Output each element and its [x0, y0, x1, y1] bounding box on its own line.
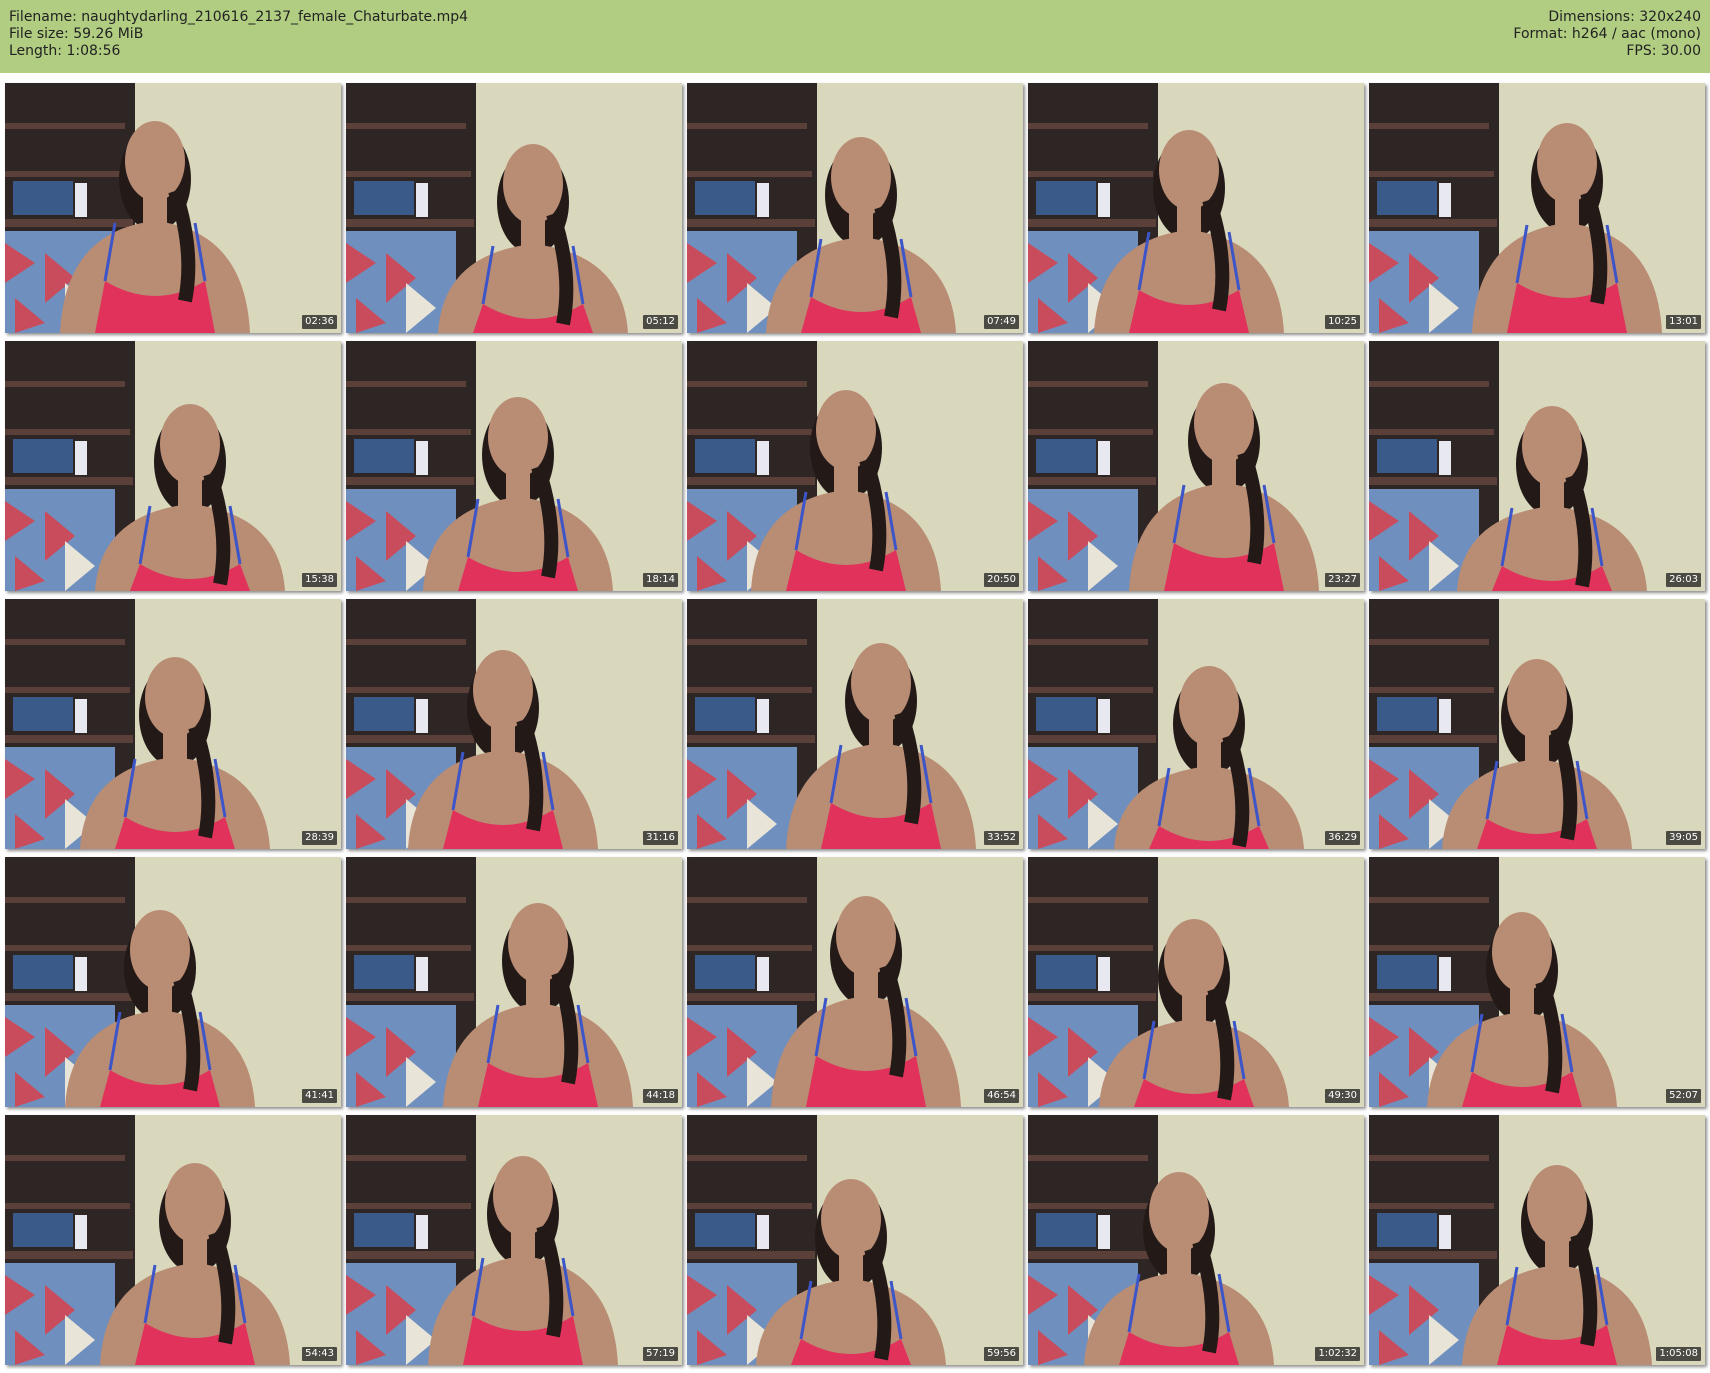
- video-thumbnail[interactable]: 52:07: [1369, 857, 1705, 1107]
- timestamp-label: 13:01: [1666, 315, 1701, 329]
- video-thumbnail[interactable]: 10:25: [1028, 83, 1364, 333]
- frame-image: [1028, 341, 1364, 591]
- video-thumbnail[interactable]: 23:27: [1028, 341, 1364, 591]
- frame-image: [346, 599, 682, 849]
- timestamp-label: 18:14: [643, 573, 678, 587]
- video-thumbnail[interactable]: 57:19: [346, 1115, 682, 1365]
- frame-image: [346, 83, 682, 333]
- timestamp-label: 54:43: [302, 1347, 337, 1361]
- video-thumbnail[interactable]: 44:18: [346, 857, 682, 1107]
- video-thumbnail[interactable]: 49:30: [1028, 857, 1364, 1107]
- timestamp-label: 26:03: [1666, 573, 1701, 587]
- video-thumbnail[interactable]: 36:29: [1028, 599, 1364, 849]
- timestamp-label: 07:49: [984, 315, 1019, 329]
- frame-image: [687, 1115, 1023, 1365]
- frame-image: [687, 341, 1023, 591]
- timestamp-label: 39:05: [1666, 831, 1701, 845]
- timestamp-label: 23:27: [1325, 573, 1360, 587]
- frame-image: [687, 857, 1023, 1107]
- frame-image: [1028, 1115, 1364, 1365]
- video-thumbnail[interactable]: 1:02:32: [1028, 1115, 1364, 1365]
- timestamp-label: 59:56: [984, 1347, 1019, 1361]
- frame-image: [5, 341, 341, 591]
- video-thumbnail[interactable]: 20:50: [687, 341, 1023, 591]
- frame-image: [687, 599, 1023, 849]
- length-text: Length: 1:08:56: [9, 43, 121, 59]
- video-thumbnail[interactable]: 39:05: [1369, 599, 1705, 849]
- frame-image: [687, 83, 1023, 333]
- dimensions-text: Dimensions: 320x240: [1548, 9, 1701, 25]
- info-header: Filename: naughtydarling_210616_2137_fem…: [0, 0, 1710, 73]
- format-text: Format: h264 / aac (mono): [1513, 26, 1701, 42]
- video-thumbnail[interactable]: 07:49: [687, 83, 1023, 333]
- video-thumbnail[interactable]: 59:56: [687, 1115, 1023, 1365]
- file-size-text: File size: 59.26 MiB: [9, 26, 144, 42]
- timestamp-label: 05:12: [643, 315, 678, 329]
- frame-image: [1369, 341, 1705, 591]
- video-thumbnail[interactable]: 13:01: [1369, 83, 1705, 333]
- fps-text: FPS: 30.00: [1626, 43, 1701, 59]
- timestamp-label: 44:18: [643, 1089, 678, 1103]
- timestamp-label: 10:25: [1325, 315, 1360, 329]
- video-thumbnail[interactable]: 02:36: [5, 83, 341, 333]
- timestamp-label: 36:29: [1325, 831, 1360, 845]
- frame-image: [1028, 857, 1364, 1107]
- video-thumbnail[interactable]: 54:43: [5, 1115, 341, 1365]
- timestamp-label: 20:50: [984, 573, 1019, 587]
- frame-image: [1369, 857, 1705, 1107]
- frame-image: [1369, 1115, 1705, 1365]
- timestamp-label: 33:52: [984, 831, 1019, 845]
- frame-image: [1028, 599, 1364, 849]
- video-thumbnail[interactable]: 31:16: [346, 599, 682, 849]
- frame-image: [346, 857, 682, 1107]
- timestamp-label: 02:36: [302, 315, 337, 329]
- video-thumbnail[interactable]: 46:54: [687, 857, 1023, 1107]
- video-thumbnail[interactable]: 41:41: [5, 857, 341, 1107]
- timestamp-label: 57:19: [643, 1347, 678, 1361]
- timestamp-label: 49:30: [1325, 1089, 1360, 1103]
- frame-image: [1028, 83, 1364, 333]
- timestamp-label: 52:07: [1666, 1089, 1701, 1103]
- frame-image: [5, 83, 341, 333]
- video-thumbnail[interactable]: 33:52: [687, 599, 1023, 849]
- timestamp-label: 41:41: [302, 1089, 337, 1103]
- timestamp-label: 1:05:08: [1656, 1347, 1701, 1361]
- frame-image: [1369, 83, 1705, 333]
- timestamp-label: 15:38: [302, 573, 337, 587]
- info-left: Filename: naughtydarling_210616_2137_fem…: [9, 9, 468, 60]
- timestamp-label: 28:39: [302, 831, 337, 845]
- timestamp-label: 1:02:32: [1315, 1347, 1360, 1361]
- frame-image: [346, 341, 682, 591]
- frame-image: [1369, 599, 1705, 849]
- video-thumbnail[interactable]: 15:38: [5, 341, 341, 591]
- video-thumbnail[interactable]: 18:14: [346, 341, 682, 591]
- frame-image: [5, 599, 341, 849]
- video-thumbnail[interactable]: 1:05:08: [1369, 1115, 1705, 1365]
- timestamp-label: 46:54: [984, 1089, 1019, 1103]
- video-thumbnail[interactable]: 05:12: [346, 83, 682, 333]
- filename-text: Filename: naughtydarling_210616_2137_fem…: [9, 9, 469, 25]
- frame-image: [346, 1115, 682, 1365]
- frame-image: [5, 1115, 341, 1365]
- thumbnail-grid: 02:36 05:12 07:49 10:25 13:01 15:38 18:14 20:50…: [5, 83, 1705, 1367]
- video-thumbnail[interactable]: 28:39: [5, 599, 341, 849]
- timestamp-label: 31:16: [643, 831, 678, 845]
- info-right: Dimensions: 320x240 Format: h264 / aac (…: [1513, 9, 1701, 60]
- frame-image: [5, 857, 341, 1107]
- video-thumbnail[interactable]: 26:03: [1369, 341, 1705, 591]
